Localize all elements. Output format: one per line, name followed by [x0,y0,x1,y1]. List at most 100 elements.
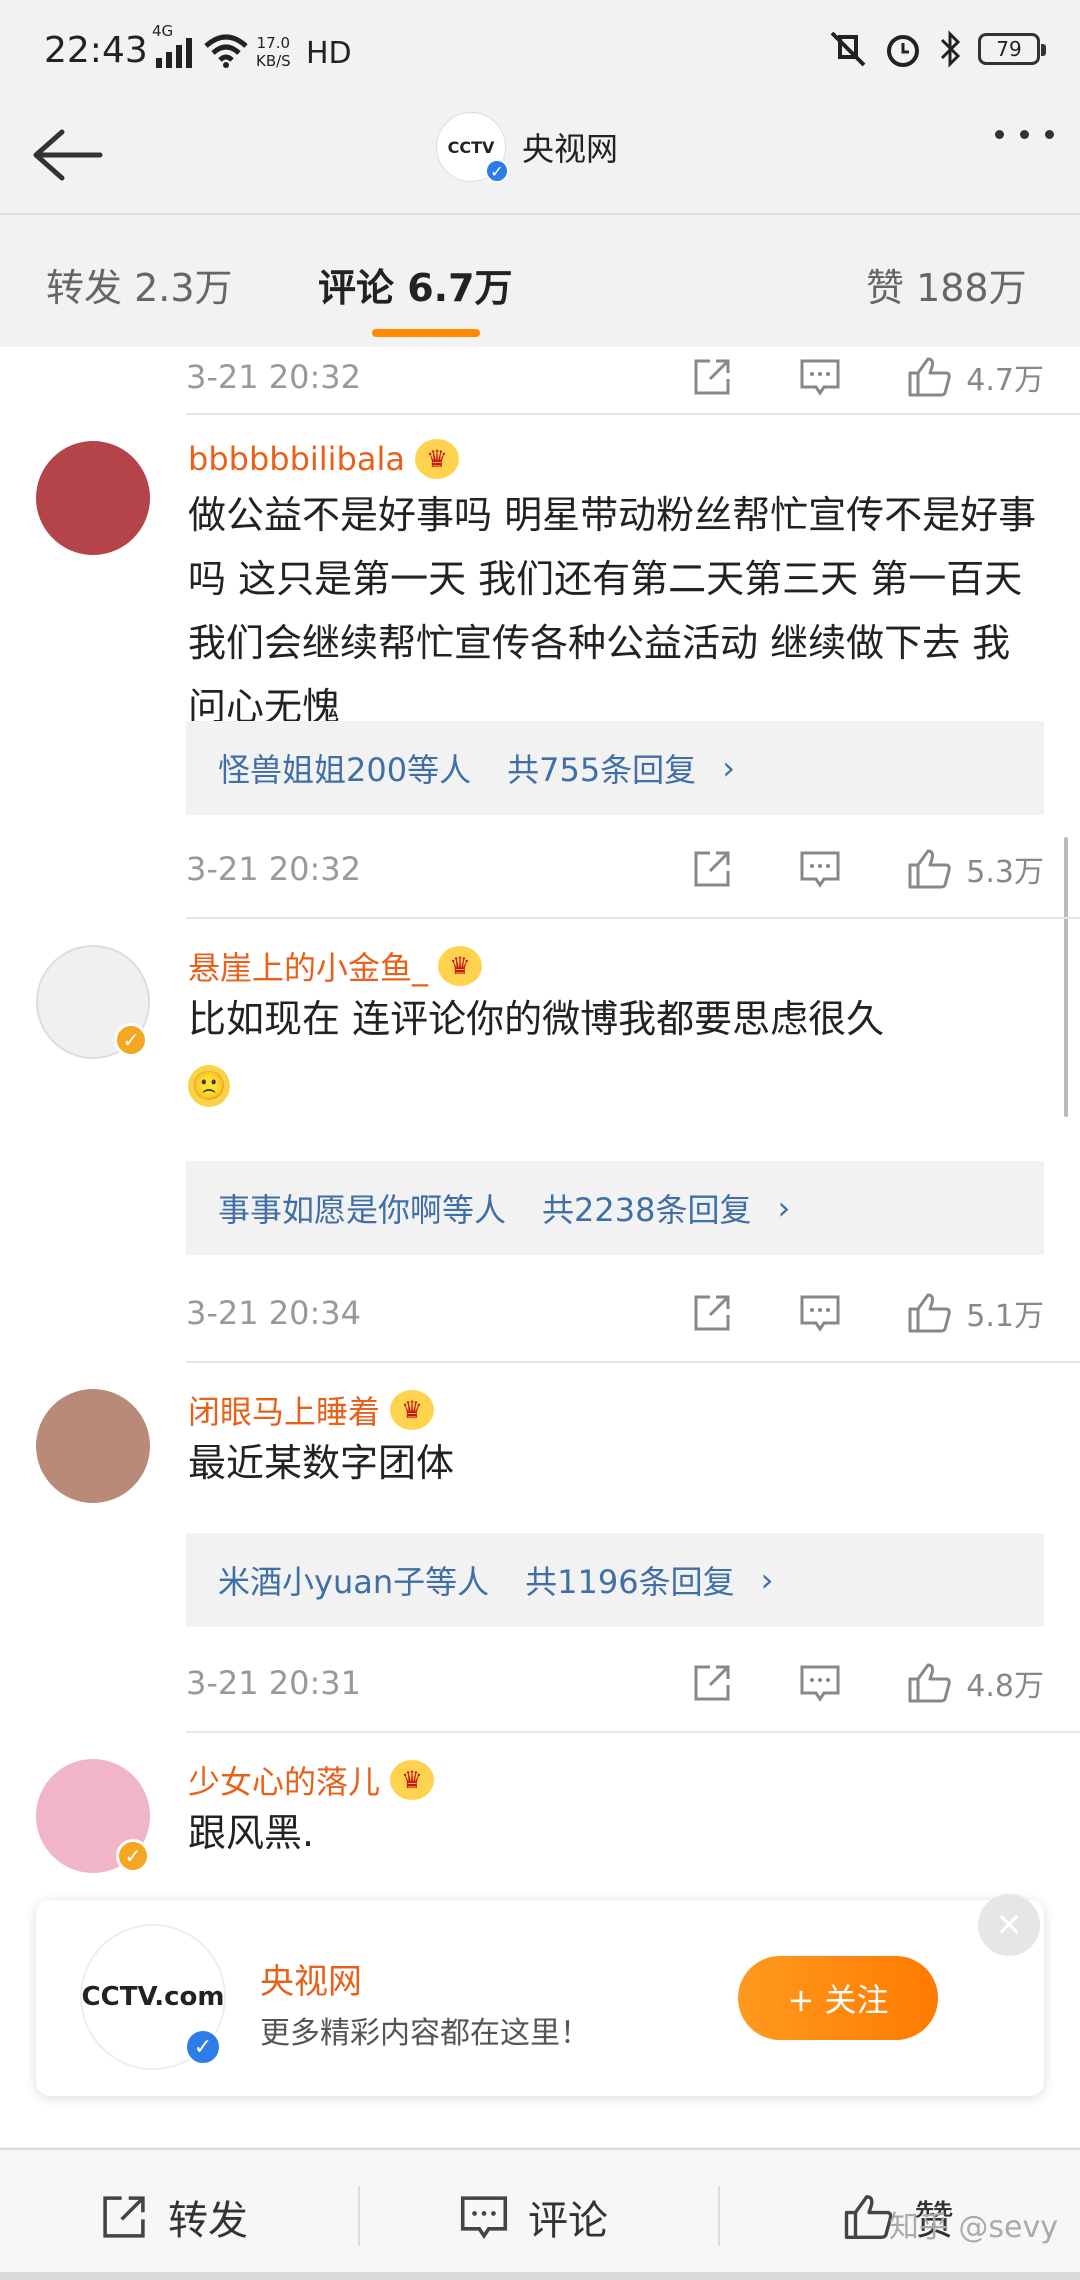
comment-actions: 4.8万 [626,1661,1044,1705]
comment-text: 做公益不是好事吗 明星带动粉丝帮忙宣传不是好事吗 这只是第一天 我们还有第二天第… [188,493,1037,729]
divider [358,2186,360,2246]
comment-username[interactable]: 少女心的落儿 ♛ [188,1757,435,1803]
comment-username[interactable]: 闭眼马上睡着 ♛ [188,1387,435,1433]
thumbs-up-icon [908,1663,951,1703]
avatar[interactable]: ✓ [36,1759,150,1873]
avatar[interactable] [36,441,150,555]
replies-by: 怪兽姐姐200等人 [218,751,472,789]
page-title: 央视网 [522,130,619,168]
share-icon [103,2196,145,2238]
like-count: 5.1万 [966,1299,1044,1334]
username-text: 闭眼马上睡着 [188,1393,381,1431]
comment-feed[interactable]: 3-21 20:32 4.7万 bbbbbbilibala ♛ 做公益不是好事吗… [0,347,1080,2147]
replies-preview[interactable]: 事事如愿是你啊等人 共2238条回复 › [186,1161,1044,1255]
dot-icon [1020,130,1029,139]
comment-button[interactable]: 评论 [458,2188,608,2246]
watermark: 知乎 @sevy [888,2210,1058,2245]
share-button[interactable] [690,847,734,891]
share-button[interactable] [690,1291,734,1335]
reply-button[interactable] [798,355,842,399]
comment-icon [800,851,840,888]
comment-meta: 3-21 20:34 5.1万 [186,1283,1044,1343]
comment-time: 3-21 20:34 [186,1294,362,1332]
promo-account-name[interactable]: 央视网 [260,1954,362,2003]
tab-repost[interactable]: 转发 2.3万 [46,257,233,312]
tab-comments[interactable]: 评论 6.7万 [318,257,513,312]
comment-text-body: 比如现在 连评论你的微博我都要思虑很久 [188,997,885,1041]
battery-indicator: 79 [978,33,1046,65]
repost-label: 转发 [168,2198,248,2244]
like-count: 4.8万 [966,1669,1044,1704]
promo-avatar[interactable]: CCTV.com ✓ [80,1924,226,2070]
divider [186,1731,1080,1733]
thumbs-up-icon [908,1293,951,1333]
avatar[interactable] [36,1389,150,1503]
dot-icon [1045,130,1054,139]
comment-meta: 3-21 20:32 4.7万 [186,347,1044,407]
verified-icon: ✓ [184,2028,222,2066]
verified-icon: ✓ [116,1839,150,1873]
chevron-right-icon: › [760,1561,774,1599]
signal-icon [156,38,192,68]
comment-username[interactable]: 悬崖上的小金鱼_ ♛ [188,943,483,989]
reply-button[interactable] [798,1291,842,1335]
alarm-icon [887,35,919,67]
divider [186,413,1080,415]
replies-count: 共2238条回复 [542,1191,752,1229]
tab-active-indicator [372,329,480,337]
comment-icon [460,2196,508,2240]
repost-button[interactable]: 转发 [98,2188,248,2246]
comment-icon [800,359,840,396]
nav-bar: CCTV ✓ 央视网 [0,100,1080,215]
username-text: 少女心的落儿 [188,1763,381,1801]
like-button[interactable]: 5.1万 [906,1291,1044,1335]
comment-actions: 4.7万 [626,355,1044,399]
account-header[interactable]: CCTV ✓ 央视网 [436,112,619,183]
reply-button[interactable] [798,1661,842,1705]
divider [186,1361,1080,1363]
share-icon [694,851,730,887]
more-options-button[interactable] [995,130,1054,139]
divider [186,917,1080,919]
status-time: 22:43 [44,30,148,71]
avatar[interactable]: CCTV ✓ [436,112,509,183]
username-text: 悬崖上的小金鱼_ [188,949,429,987]
promo-subtitle: 更多精彩内容都在这里！ [260,2016,590,2051]
crown-badge-icon: ♛ [390,1760,435,1800]
network-type: 4G [152,22,174,40]
avatar-logo-text: CCTV [447,137,495,157]
back-arrow-icon [33,129,103,181]
comment-label: 评论 [528,2198,608,2244]
reply-button[interactable] [798,847,842,891]
chevron-right-icon: › [722,749,735,787]
replies-preview[interactable]: 怪兽姐姐200等人 共755条回复 › [186,721,1044,815]
replies-preview[interactable]: 米酒小yuan子等人 共1196条回复 › [186,1533,1044,1627]
comment-time: 3-21 20:32 [186,850,362,888]
status-right: 79 [828,30,1046,68]
like-button[interactable]: 4.8万 [906,1661,1044,1705]
comment-actions: 5.1万 [626,1291,1044,1335]
like-button[interactable]: 5.3万 [906,847,1044,891]
share-button[interactable] [690,1661,734,1705]
promo-logo-text: CCTV.com [81,1982,225,2012]
like-button[interactable]: 4.7万 [906,355,1044,399]
wifi-icon [204,34,248,68]
comment-actions: 5.3万 [626,847,1044,891]
tab-likes[interactable]: 赞 188万 [866,257,1027,312]
follow-button[interactable]: + 关注 [738,1956,938,2040]
avatar[interactable]: ✓ [36,945,150,1059]
follow-promo-card[interactable]: ✕ CCTV.com ✓ 央视网 更多精彩内容都在这里！ + 关注 [36,1894,1044,2096]
bottom-action-bar: 转发 评论 赞 知乎 @sevy [0,2148,1080,2280]
status-bar: 22:43 4G 17.0 KB/S HD 79 [0,0,1080,100]
share-button[interactable] [690,355,734,399]
thumbs-up-icon [908,357,951,397]
close-button[interactable]: ✕ [978,1894,1040,1956]
comment-username[interactable]: bbbbbbilibala ♛ [188,439,459,479]
replies-by: 米酒小yuan子等人 [218,1563,490,1601]
crown-badge-icon: ♛ [414,439,459,479]
verified-icon: ✓ [114,1023,148,1057]
crown-badge-icon: ♛ [438,946,483,986]
comment-text: 比如现在 连评论你的微博我都要思虑很久 🙁 [188,987,1040,1115]
scrollbar[interactable] [1064,837,1068,1117]
back-button[interactable] [26,120,106,190]
